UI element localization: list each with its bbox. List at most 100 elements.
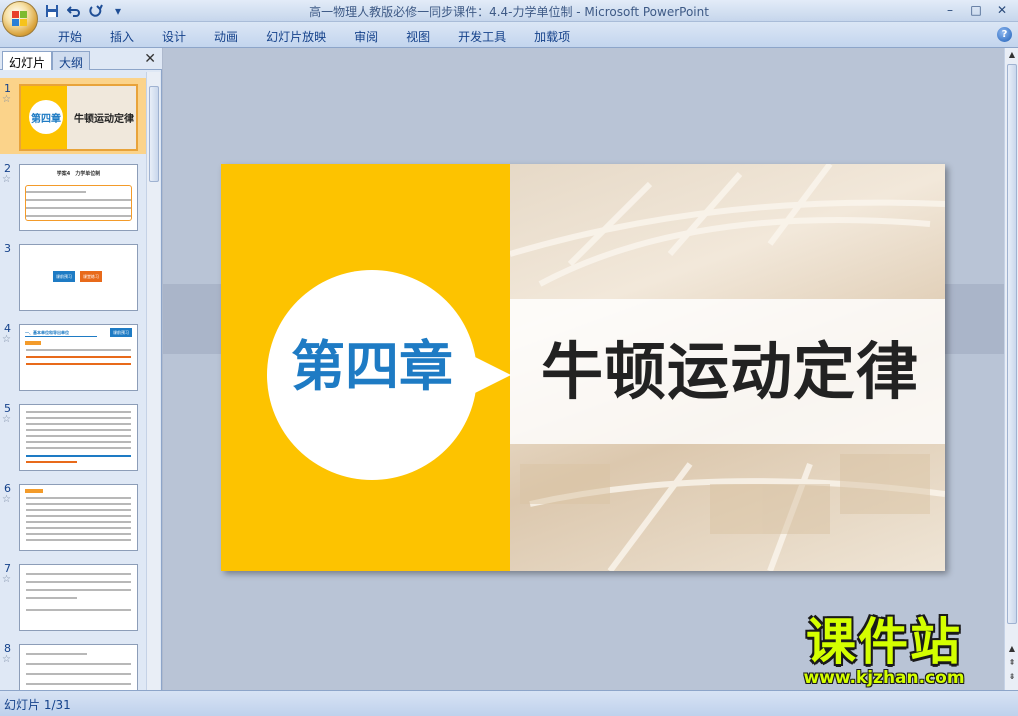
thumb-line — [26, 497, 131, 499]
status-bar: 幻灯片 1/31 — [0, 690, 1018, 716]
chapter-label[interactable]: 第四章 — [267, 332, 477, 402]
thumb-line — [26, 423, 131, 425]
thumb-line — [26, 527, 131, 529]
thumb-line — [26, 609, 131, 611]
thumb-line — [26, 411, 131, 413]
help-icon[interactable]: ? — [997, 27, 1012, 42]
scrollbar-thumb[interactable] — [1007, 64, 1017, 624]
ribbon-tabs: 开始 插入 设计 动画 幻灯片放映 审阅 视图 开发工具 加载项 — [46, 26, 586, 47]
title-bar: ▾ 高一物理人教版必修一同步课件：4.4-力学单位制 - Microsoft P… — [0, 0, 1018, 37]
watermark-text: 课件站 — [806, 613, 962, 671]
star-icon: ☆ — [2, 174, 11, 185]
thumb-line — [26, 589, 131, 591]
thumbnail-row[interactable]: 3 课前预习 课堂练习 — [0, 238, 146, 314]
thumb-line — [26, 503, 131, 505]
scroll-up-icon[interactable]: ▲ — [1007, 50, 1017, 62]
thumbnail-row[interactable]: 7 ☆ — [0, 558, 146, 634]
watermark-url: www.kjzhan.com — [803, 668, 965, 688]
office-logo-icon — [12, 11, 28, 27]
thumb-tag — [25, 341, 41, 345]
thumb-button-right: 课堂练习 — [80, 271, 102, 282]
thumbnail-list: 1 ☆ 第四章 牛顿运动定律 2 ☆ 学案4 力学单位制 3 课前预习 课堂练习… — [0, 72, 146, 690]
ribbon: 开始 插入 设计 动画 幻灯片放映 审阅 视图 开发工具 加载项 ? — [0, 22, 1018, 48]
thumbnail-row[interactable]: 2 ☆ 学案4 力学单位制 — [0, 158, 146, 234]
thumbnail-row[interactable]: 8 ☆ — [0, 638, 146, 690]
thumb-line — [26, 199, 131, 201]
tab-addins[interactable]: 加载项 — [522, 26, 582, 47]
star-icon: ☆ — [2, 94, 11, 105]
window-controls: – □ ✕ — [938, 2, 1014, 18]
thumb-line — [26, 429, 131, 431]
previous-slide-icon[interactable]: ⇞ — [1007, 658, 1017, 670]
thumb-line — [26, 533, 131, 535]
slide-counter: 幻灯片 1/31 — [4, 698, 71, 712]
thumbnail-row[interactable]: 5 ☆ — [0, 398, 146, 474]
watermark: 课件站 www.kjzhan.com — [766, 614, 1002, 690]
scrollbar-thumb[interactable] — [149, 86, 159, 182]
thumbnail-row[interactable]: 4 ☆ 一、基本单位和导出单位 课前预习 — [0, 318, 146, 394]
tab-slides[interactable]: 幻灯片 — [2, 51, 53, 70]
next-slide-icon[interactable]: ⇟ — [1007, 672, 1017, 684]
panel-tabs: 幻灯片 大纲 ✕ — [0, 48, 162, 70]
slide-thumbnail[interactable]: 学案4 力学单位制 — [19, 164, 138, 231]
tab-home[interactable]: 开始 — [46, 26, 94, 47]
window-title: 高一物理人教版必修一同步课件：4.4-力学单位制 - Microsoft Pow… — [309, 5, 709, 19]
thumbnail-scrollbar[interactable] — [146, 72, 160, 690]
slide-thumbnail[interactable] — [19, 404, 138, 471]
star-icon: ☆ — [2, 574, 11, 585]
thumbnail-row[interactable]: 1 ☆ 第四章 牛顿运动定律 — [0, 78, 146, 154]
tab-design[interactable]: 设计 — [150, 26, 198, 47]
thumb-line — [26, 435, 131, 437]
thumb-title: 牛顿运动定律 — [74, 114, 134, 125]
thumb-line — [26, 597, 77, 599]
close-icon[interactable]: ✕ — [990, 2, 1014, 18]
maximize-icon[interactable]: □ — [964, 2, 988, 18]
thumb-line — [26, 663, 131, 665]
slide-thumbnail[interactable] — [19, 644, 138, 690]
tab-view[interactable]: 视图 — [394, 26, 442, 47]
thumb-line — [26, 539, 131, 541]
thumb-line — [26, 447, 131, 449]
tab-outline[interactable]: 大纲 — [52, 51, 91, 70]
thumb-line — [26, 653, 87, 655]
office-button[interactable] — [2, 1, 38, 37]
thumb-heading: 学案4 力学单位制 — [56, 171, 101, 177]
star-icon: ☆ — [2, 414, 11, 425]
thumb-line — [26, 207, 131, 209]
thumb-line — [26, 581, 131, 583]
thumb-line — [26, 461, 77, 463]
thumbnail-row[interactable]: 6 ☆ — [0, 478, 146, 554]
slide-editor: 第四章 牛顿运动定律 — [163, 48, 1004, 690]
slide-thumbnail[interactable]: 课前预习 课堂练习 — [19, 244, 138, 311]
slide-title[interactable]: 牛顿运动定律 — [515, 336, 945, 408]
thumb-line — [26, 349, 131, 351]
tab-animations[interactable]: 动画 — [202, 26, 250, 47]
thumb-line — [26, 515, 131, 517]
editor-scrollbar[interactable]: ▲ ▲ ⇞ ⇟ — [1004, 48, 1018, 690]
tab-review[interactable]: 审阅 — [342, 26, 390, 47]
thumb-line — [26, 573, 131, 575]
tab-insert[interactable]: 插入 — [98, 26, 146, 47]
thumb-line — [26, 191, 86, 193]
thumb-line — [26, 356, 131, 358]
thumb-heading: 一、基本单位和导出单位 — [25, 330, 97, 337]
close-icon[interactable]: ✕ — [144, 51, 156, 67]
thumb-chapter: 第四章 — [31, 114, 61, 125]
slide-thumbnail[interactable]: 第四章 牛顿运动定律 — [19, 84, 138, 151]
star-icon: ☆ — [2, 334, 11, 345]
slide-thumbnail[interactable] — [19, 564, 138, 631]
thumb-line — [26, 509, 131, 511]
thumb-line — [26, 215, 131, 217]
thumb-button: 课前预习 — [110, 328, 132, 337]
tab-slideshow[interactable]: 幻灯片放映 — [254, 26, 338, 47]
slide-canvas[interactable]: 第四章 牛顿运动定律 — [221, 164, 945, 571]
thumb-line — [26, 521, 131, 523]
star-icon: ☆ — [2, 494, 11, 505]
slide-thumbnail[interactable] — [19, 484, 138, 551]
tab-developer[interactable]: 开发工具 — [446, 26, 518, 47]
scroll-up-icon[interactable]: ▲ — [1007, 644, 1017, 656]
thumb-line — [26, 441, 131, 443]
thumb-line — [26, 673, 131, 675]
minimize-icon[interactable]: – — [938, 2, 962, 18]
slide-thumbnail[interactable]: 一、基本单位和导出单位 课前预习 — [19, 324, 138, 391]
